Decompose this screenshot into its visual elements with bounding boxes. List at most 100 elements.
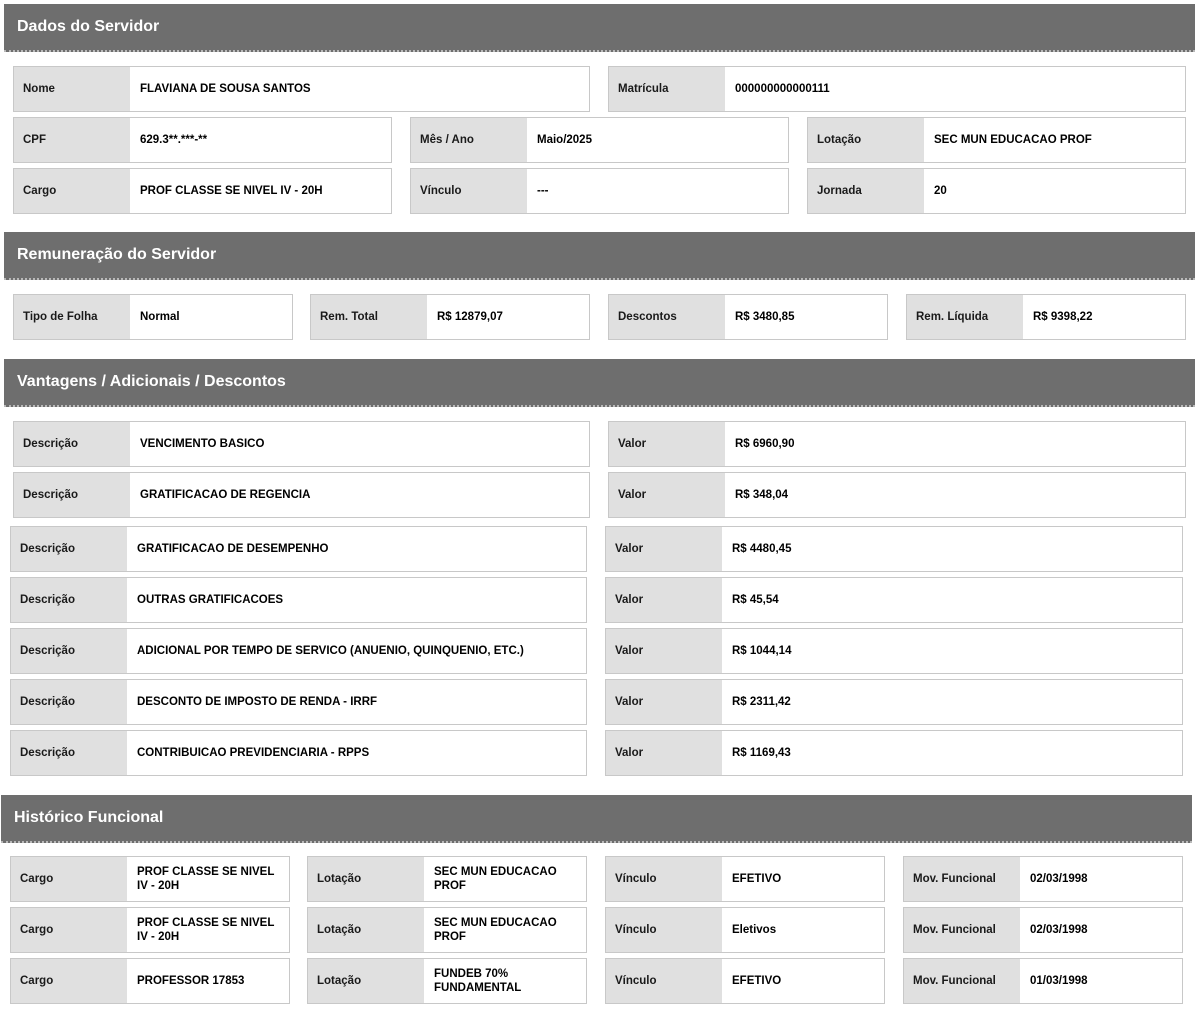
valor-label: Valor [609,473,725,517]
hist-vinculo-value: Eletivos [732,924,777,936]
descontos-value: R$ 3480,85 [735,311,795,323]
hist-cargo-field: Cargo PROF CLASSE SE NIVEL IV - 20H [10,856,290,902]
matricula-label: Matrícula [609,67,725,111]
hist-lotacao-value: FUNDEB 70% FUNDAMENTAL [434,968,522,994]
jornada-value: 20 [934,185,947,197]
nome-label: Nome [14,67,130,111]
hist-lotacao-label: Lotação [308,908,424,952]
valor-label: Valor [609,422,725,466]
hist-mov-label: Mov. Funcional [904,908,1020,952]
cargo-label: Cargo [14,169,130,213]
hist-lotacao-value: SEC MUN EDUCACAO PROF [434,866,557,892]
descricao-label: Descrição [11,527,127,571]
valor-value: R$ 348,04 [735,489,789,501]
historico-title: Histórico Funcional [14,809,164,826]
rem-total-value: R$ 12879,07 [437,311,503,323]
lotacao-label: Lotação [808,118,924,162]
descricao-label: Descrição [11,578,127,622]
cpf-label: CPF [14,118,130,162]
hist-mov-value: 02/03/1998 [1030,924,1088,936]
valor-field: Valor R$ 6960,90 [608,421,1186,467]
dados-servidor-header: Dados do Servidor [4,4,1195,52]
descricao-label: Descrição [11,731,127,775]
valor-value: R$ 1044,14 [732,645,792,657]
descontos-field: Descontos R$ 3480,85 [608,294,888,340]
valor-value: R$ 2311,42 [732,696,791,708]
descricao-field: Descrição VENCIMENTO BASICO [13,421,590,467]
hist-vinculo-value: EFETIVO [732,873,782,885]
mes-ano-label: Mês / Ano [411,118,527,162]
remuneracao-title: Remuneração do Servidor [17,246,217,263]
descricao-value: CONTRIBUICAO PREVIDENCIARIA - RPPS [137,747,370,759]
rem-liquida-value: R$ 9398,22 [1033,311,1093,323]
hist-lotacao-label: Lotação [308,857,424,901]
hist-vinculo-value: EFETIVO [732,975,782,987]
hist-cargo-label: Cargo [11,857,127,901]
descricao-field: Descrição OUTRAS GRATIFICACOES [10,577,587,623]
vinculo-field: Vínculo --- [410,168,789,214]
lotacao-field: Lotação SEC MUN EDUCACAO PROF [807,117,1186,163]
hist-mov-field: Mov. Funcional 02/03/1998 [903,907,1183,953]
hist-vinculo-label: Vínculo [606,908,722,952]
descontos-label: Descontos [609,295,725,339]
valor-value: R$ 4480,45 [732,543,792,555]
rem-total-field: Rem. Total R$ 12879,07 [310,294,590,340]
descricao-value: GRATIFICACAO DE REGENCIA [140,489,311,501]
tipo-folha-field: Tipo de Folha Normal [13,294,293,340]
descricao-label: Descrição [11,680,127,724]
descricao-value: GRATIFICACAO DE DESEMPENHO [137,543,329,555]
descricao-label: Descrição [14,473,130,517]
historico-header: Histórico Funcional [1,795,1192,843]
tipo-folha-label: Tipo de Folha [14,295,130,339]
valor-value: R$ 6960,90 [735,438,795,450]
valor-field: Valor R$ 45,54 [605,577,1183,623]
rem-total-label: Rem. Total [311,295,427,339]
hist-lotacao-value: SEC MUN EDUCACAO PROF [434,917,557,943]
matricula-value: 000000000000111 [735,83,830,95]
hist-cargo-field: Cargo PROFESSOR 17853 [10,958,290,1004]
hist-vinculo-label: Vínculo [606,857,722,901]
descricao-label: Descrição [11,629,127,673]
valor-field: Valor R$ 1044,14 [605,628,1183,674]
rem-liquida-field: Rem. Líquida R$ 9398,22 [906,294,1186,340]
descricao-value: VENCIMENTO BASICO [140,438,265,450]
hist-vinculo-field: Vínculo Eletivos [605,907,885,953]
valor-field: Valor R$ 1169,43 [605,730,1183,776]
hist-lotacao-field: Lotação FUNDEB 70% FUNDAMENTAL [307,958,587,1004]
hist-cargo-field: Cargo PROF CLASSE SE NIVEL IV - 20H [10,907,290,953]
hist-lotacao-field: Lotação SEC MUN EDUCACAO PROF [307,856,587,902]
valor-label: Valor [606,680,722,724]
hist-lotacao-field: Lotação SEC MUN EDUCACAO PROF [307,907,587,953]
hist-cargo-value: PROFESSOR 17853 [137,975,245,987]
tipo-folha-value: Normal [140,311,180,323]
valor-field: Valor R$ 4480,45 [605,526,1183,572]
rem-liquida-label: Rem. Líquida [907,295,1023,339]
valor-label: Valor [606,731,722,775]
lotacao-value: SEC MUN EDUCACAO PROF [934,134,1092,146]
nome-value: FLAVIANA DE SOUSA SANTOS [140,83,311,95]
hist-mov-label: Mov. Funcional [904,959,1020,1003]
matricula-field: Matrícula 000000000000111 [608,66,1186,112]
descricao-value: OUTRAS GRATIFICACOES [137,594,284,606]
hist-cargo-value: PROF CLASSE SE NIVEL IV - 20H [137,866,275,892]
valor-value: R$ 1169,43 [732,747,791,759]
descricao-field: Descrição GRATIFICACAO DE REGENCIA [13,472,590,518]
hist-mov-value: 02/03/1998 [1030,873,1088,885]
descricao-field: Descrição DESCONTO DE IMPOSTO DE RENDA -… [10,679,587,725]
mes-ano-value: Maio/2025 [537,134,592,146]
vantagens-header: Vantagens / Adicionais / Descontos [4,359,1195,407]
jornada-field: Jornada 20 [807,168,1186,214]
hist-cargo-label: Cargo [11,908,127,952]
descricao-field: Descrição ADICIONAL POR TEMPO DE SERVICO… [10,628,587,674]
hist-mov-label: Mov. Funcional [904,857,1020,901]
hist-mov-value: 01/03/1998 [1030,975,1088,987]
dados-servidor-title: Dados do Servidor [17,18,160,35]
descricao-field: Descrição CONTRIBUICAO PREVIDENCIARIA - … [10,730,587,776]
cargo-value: PROF CLASSE SE NIVEL IV - 20H [140,185,323,197]
descricao-value: ADICIONAL POR TEMPO DE SERVICO (ANUENIO,… [137,645,524,657]
hist-vinculo-field: Vínculo EFETIVO [605,958,885,1004]
descricao-field: Descrição GRATIFICACAO DE DESEMPENHO [10,526,587,572]
descricao-label: Descrição [14,422,130,466]
cargo-field: Cargo PROF CLASSE SE NIVEL IV - 20H [13,168,392,214]
hist-mov-field: Mov. Funcional 01/03/1998 [903,958,1183,1004]
